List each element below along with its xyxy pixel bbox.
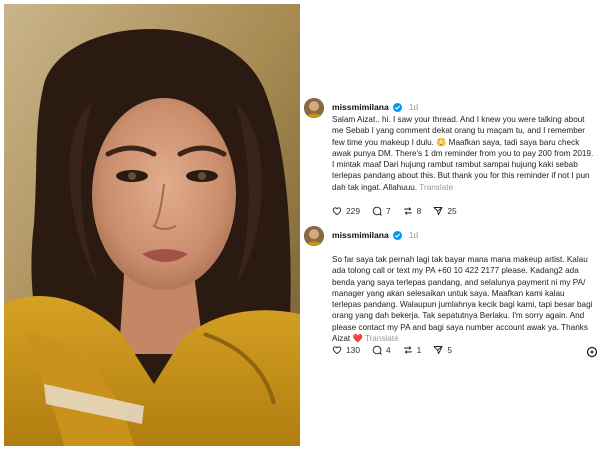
avatar[interactable]: [304, 98, 324, 118]
translate-link[interactable]: Translate: [365, 334, 399, 343]
repost-icon: [404, 346, 412, 354]
reply-button[interactable]: 4: [372, 345, 391, 355]
like-count: 229: [346, 206, 360, 216]
share-count: 25: [447, 206, 457, 216]
repost-count: 8: [416, 206, 422, 216]
share-button[interactable]: 25: [433, 206, 457, 216]
verified-badge-icon: [392, 102, 402, 112]
share-count: 5: [447, 345, 452, 355]
post-text: So far saya tak pernah lagi tak bayar ma…: [332, 254, 594, 344]
profile-photo: [4, 4, 300, 446]
reply-count: 7: [385, 206, 391, 216]
share-button[interactable]: 5: [433, 345, 452, 355]
repost-button[interactable]: 1: [403, 345, 422, 355]
post-actions: 130 4 1 5: [332, 345, 464, 355]
like-count: 130: [346, 345, 360, 355]
like-button[interactable]: 130: [332, 345, 360, 355]
comment-icon: [372, 206, 382, 216]
verified-badge-icon: [392, 230, 402, 240]
post-time: 1d: [408, 102, 419, 112]
send-icon: [433, 346, 443, 355]
post-actions: 229 7 8 25: [332, 206, 469, 216]
translate-link[interactable]: Translate: [419, 183, 453, 192]
portrait-image: [4, 4, 300, 446]
post-text: Salam Aizat.. hi. I saw your thread. And…: [332, 114, 594, 193]
thread-feed: missmimilana 1d Salam Aizat.. hi. I saw …: [300, 0, 600, 450]
reply-count: 4: [385, 345, 391, 355]
post-body: Salam Aizat.. hi. I saw your thread. And…: [332, 115, 594, 192]
post-body: So far saya tak pernah lagi tak bayar ma…: [332, 255, 593, 344]
avatar[interactable]: [304, 226, 324, 246]
heart-icon: [332, 346, 342, 355]
username[interactable]: missmimilana: [332, 102, 389, 112]
post-time: 1d: [408, 230, 419, 240]
send-icon: [433, 207, 443, 216]
comment-icon: [372, 345, 382, 355]
repost-count: 1: [416, 345, 422, 355]
username[interactable]: missmimilana: [332, 230, 389, 240]
more-options-icon[interactable]: [586, 346, 598, 358]
like-button[interactable]: 229: [332, 206, 360, 216]
repost-icon: [404, 207, 412, 215]
repost-button[interactable]: 8: [403, 206, 422, 216]
reply-button[interactable]: 7: [372, 206, 391, 216]
heart-icon: [332, 207, 342, 216]
